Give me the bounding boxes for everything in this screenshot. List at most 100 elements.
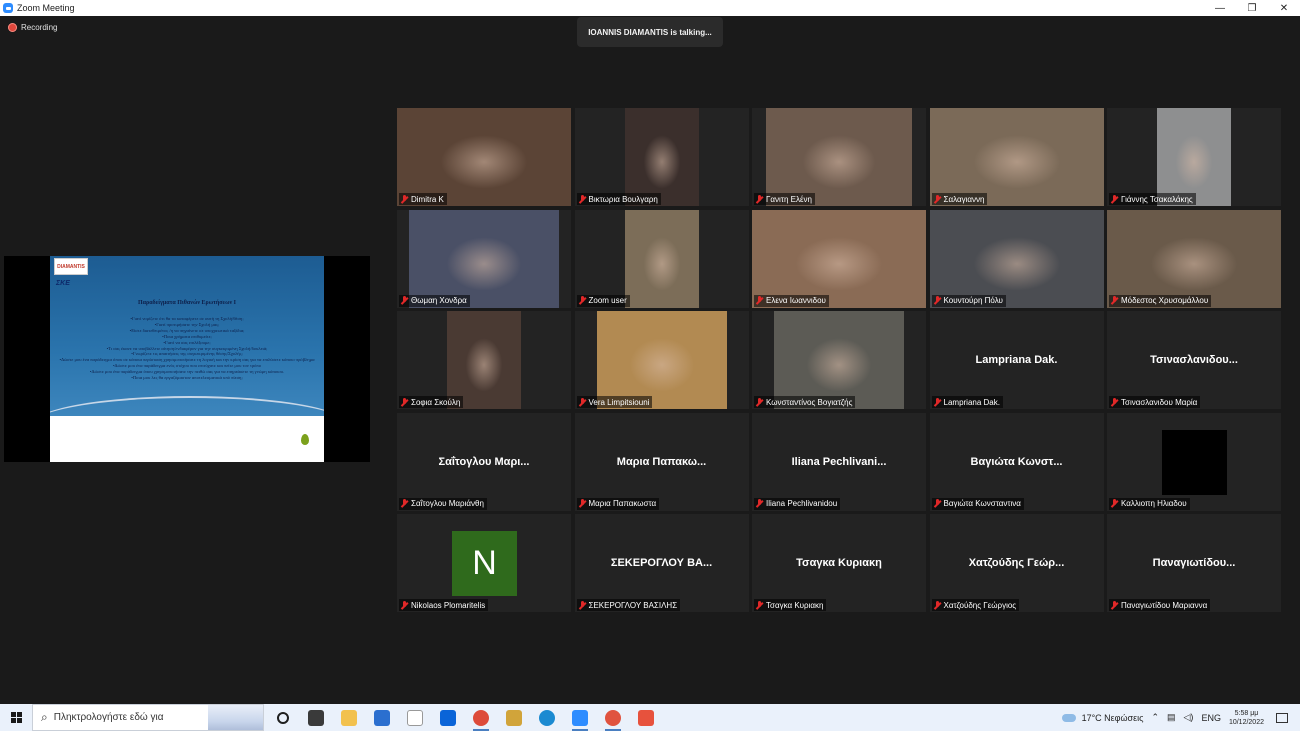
shared-screen[interactable]: DIAMANTIS ΣΚΕ Παραδείγματα Πιθανών Ερωτή… (4, 256, 370, 462)
participant-name: Lampriana Dak. (943, 397, 1000, 407)
mic-muted-icon (934, 397, 941, 407)
participant-name: Ελενα Ιωαννιδου (766, 296, 826, 305)
participant-tile[interactable]: Χατζούδης Γεώρ... Χατζούδης Γεώργιος (929, 514, 1104, 612)
participant-tile[interactable]: Βαγιώτα Κωνστ... Βαγιώτα Κωνσταντινα (929, 412, 1104, 511)
window-titlebar: Zoom Meeting — ❐ ✕ (0, 0, 1300, 16)
file-explorer-icon[interactable] (336, 704, 362, 731)
participant-name: Μαρια Παπακωστα (588, 499, 657, 508)
taskbar-apps (270, 704, 666, 731)
mic-muted-icon (401, 194, 408, 204)
participant-video (774, 311, 904, 409)
amazon-icon[interactable] (402, 704, 428, 731)
tray-overflow-icon[interactable]: ⌃ (1151, 712, 1159, 723)
participant-tile[interactable]: Lampriana Dak. Lampriana Dak. (929, 311, 1104, 409)
participant-display-name: Βαγιώτα Κωνστ... (970, 455, 1063, 468)
participant-name: Βαγιώτα Κωνσταντινα (943, 499, 1021, 508)
network-icon[interactable]: ▤ (1167, 712, 1176, 723)
task-view-icon[interactable] (303, 704, 329, 731)
mic-muted-icon (934, 296, 941, 305)
language-indicator[interactable]: ENG (1201, 713, 1221, 723)
restore-button[interactable]: ❐ (1236, 0, 1268, 16)
search-highlight-art (208, 705, 263, 730)
participant-video (929, 108, 1104, 206)
participant-name-label: Μόδεστος Χρυσομάλλου (1109, 294, 1212, 307)
dropbox-icon[interactable] (435, 704, 461, 731)
participant-tile[interactable]: Τσαγκα Κυριακη Τσαγκα Κυριακη (752, 514, 926, 612)
clock-date: 10/12/2022 (1228, 718, 1264, 726)
participant-tile[interactable]: ΣΕΚΕΡΟΓΛΟΥ ΒΑ... ΣΕΚΕΡΟΓΛΟΥ ΒΑΣΙΛΗΣ (574, 514, 749, 612)
participant-name-label: Θωμαη Χονδρα (399, 294, 470, 307)
start-button[interactable] (0, 704, 32, 731)
mic-muted-icon (401, 499, 408, 508)
participant-tile[interactable]: Σοφια Σκούλη (397, 311, 571, 409)
store-icon[interactable] (369, 704, 395, 731)
recording-label: Recording (21, 23, 58, 32)
participant-tile[interactable]: Καλλιοπη Ηλιαδου (1107, 412, 1281, 511)
mic-muted-icon (756, 397, 763, 407)
participant-tile[interactable]: Ελενα Ιωαννιδου (752, 209, 926, 308)
participant-tile[interactable]: Κουντούρη Πόλυ (929, 209, 1104, 308)
paint-icon[interactable] (633, 704, 659, 731)
participant-tile[interactable]: Μόδεστος Χρυσομάλλου (1107, 209, 1281, 308)
participant-tile[interactable]: Iliana Pechlivani... Iliana Pechlivanidou (752, 412, 926, 511)
cortana-icon[interactable] (270, 704, 296, 731)
mic-muted-icon (756, 499, 763, 508)
minimize-button[interactable]: — (1204, 0, 1236, 16)
active-speaker-banner: IOANNIS DIAMANTIS is talking... (577, 17, 723, 47)
participant-tile[interactable]: Vera Limpitsiouni (574, 311, 749, 409)
participant-name: Γανιτη Ελένη (766, 194, 812, 204)
tool-icon[interactable] (501, 704, 527, 731)
participant-name-label: Κουντούρη Πόλυ (931, 294, 1006, 307)
cortana-icon-glyph (277, 711, 289, 724)
participant-tile[interactable]: Παναγιωτίδου... Παναγιωτίδου Μαριαννα (1107, 514, 1281, 612)
participant-video (1157, 108, 1231, 206)
mic-muted-icon (756, 600, 763, 610)
slide-bullets: •Γιατί νομίζετε ότι θα τα καταφέρετε σε … (56, 316, 318, 381)
participant-name-label: Ελενα Ιωαννιδου (754, 294, 829, 307)
clock[interactable]: 5:58 μμ 10/12/2022 (1229, 709, 1264, 727)
participant-name: Σοφια Σκούλη (411, 397, 461, 407)
participant-tile[interactable]: N Nikolaos Plomaritelis (397, 514, 571, 612)
close-button[interactable]: ✕ (1268, 0, 1300, 16)
weather-widget[interactable]: 17°C Νεφώσεις (1061, 713, 1143, 723)
zoom-icon-glyph (572, 709, 588, 726)
edge-icon-glyph (539, 709, 555, 726)
edge-icon[interactable] (534, 704, 560, 731)
participant-name-label: Σοφια Σκούλη (399, 396, 464, 408)
recording-indicator[interactable]: Recording (8, 23, 57, 32)
notifications-icon[interactable] (1276, 712, 1288, 723)
participant-video (929, 209, 1104, 308)
participant-tile[interactable]: Κωνσταντίνος Βογιατζής (752, 311, 926, 409)
window-title: Zoom Meeting (17, 3, 75, 13)
chrome-icon[interactable] (468, 704, 494, 731)
participant-name: Σαΐτογλου Μαριάνθη (411, 499, 484, 508)
participant-tile[interactable]: Μαρια Παπακω... Μαρια Παπακωστα (574, 412, 749, 511)
volume-icon[interactable]: ◁) (1184, 712, 1194, 723)
participant-tile[interactable]: Γιάννης Τσακαλάκης (1107, 108, 1281, 206)
participant-name-label: Γιάννης Τσακαλάκης (1109, 193, 1196, 205)
participant-tile[interactable]: Τσινασλανιδου... Τσινασλανιδου Μαρία (1107, 311, 1281, 409)
participant-tile[interactable]: Dimitra K (397, 108, 571, 206)
mic-muted-icon (401, 397, 408, 407)
participant-tile[interactable]: Θωμαη Χονδρα (397, 209, 571, 308)
zoom-icon[interactable] (567, 704, 593, 731)
participant-tile[interactable]: Βικτωρια Βουλγαρη (574, 108, 749, 206)
mic-muted-icon (934, 499, 941, 508)
participant-tile[interactable]: Σαλαγιαννη (929, 108, 1104, 206)
mic-muted-icon (579, 600, 586, 610)
participant-name: Βικτωρια Βουλγαρη (588, 194, 658, 204)
participant-tile[interactable]: Γανιτη Ελένη (752, 108, 926, 206)
chrome-profile-icon[interactable] (600, 704, 626, 731)
search-placeholder: Πληκτρολογήστε εδώ για (53, 712, 164, 723)
participant-name: Nikolaos Plomaritelis (411, 600, 486, 610)
taskbar-search[interactable]: ⌕ Πληκτρολογήστε εδώ για (32, 704, 264, 731)
participant-avatar: N (452, 531, 517, 596)
participant-name: Παναγιωτίδου Μαριαννα (1121, 600, 1208, 610)
mic-muted-icon (1111, 600, 1118, 610)
windows-taskbar: ⌕ Πληκτρολογήστε εδώ για 17°C Νεφώσεις ⌃… (0, 704, 1300, 731)
participant-display-name: Μαρια Παπακω... (616, 455, 707, 468)
participant-tile[interactable]: Zoom user (574, 209, 749, 308)
participant-video (409, 209, 559, 308)
participant-name: Καλλιοπη Ηλιαδου (1121, 499, 1187, 508)
participant-tile[interactable]: Σαΐτογλου Μαρι... Σαΐτογλου Μαριάνθη (397, 412, 571, 511)
